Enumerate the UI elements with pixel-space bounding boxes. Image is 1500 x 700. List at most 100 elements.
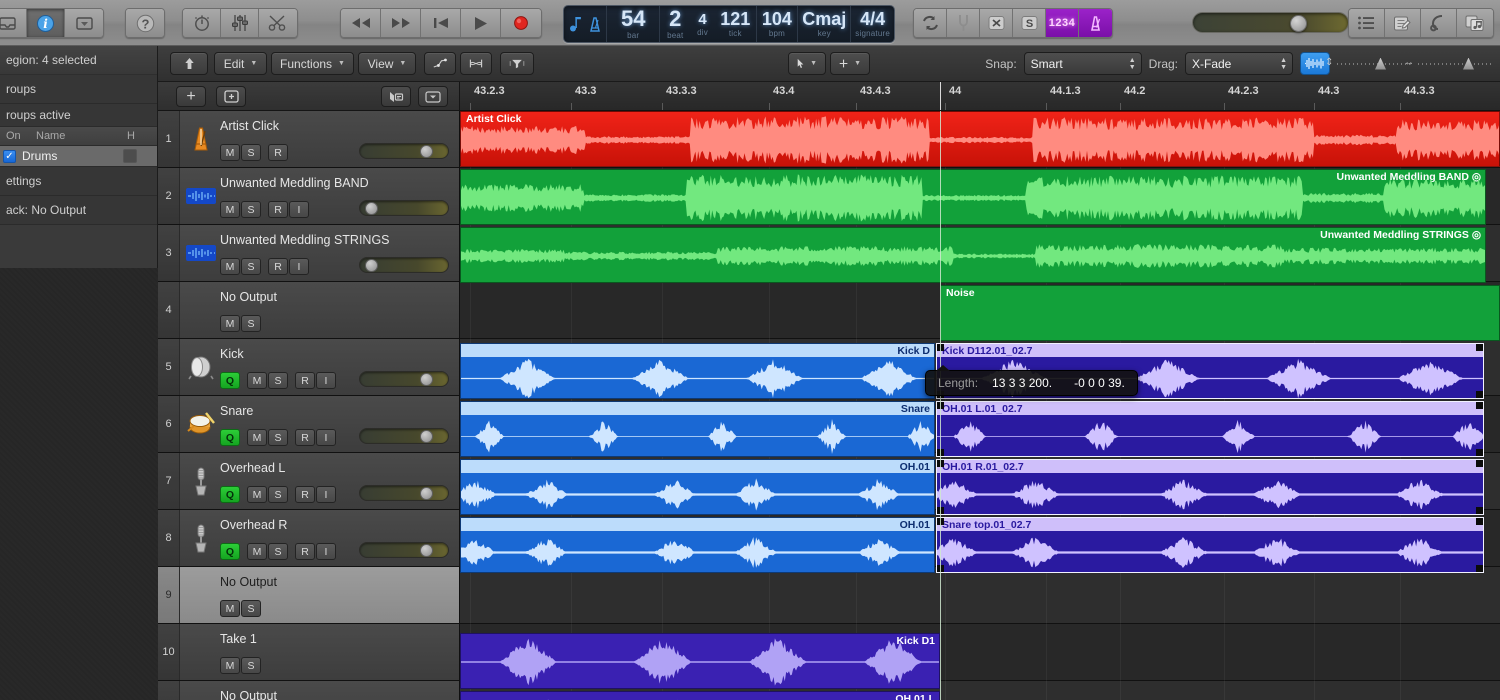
count-in-button[interactable]: 1234 (1046, 9, 1079, 37)
region-resize-handle[interactable] (1476, 391, 1483, 398)
region-resize-handle[interactable] (1476, 344, 1483, 351)
loop-browser-icon[interactable] (1421, 9, 1457, 37)
track-quantize-button[interactable]: Q (220, 543, 240, 560)
audio-wave-icon[interactable] (186, 238, 216, 268)
track-volume-knob[interactable] (420, 487, 433, 500)
track-header-8[interactable]: 8 Overhead R QMSRI (158, 510, 459, 567)
lcd-tick-field[interactable]: 121 tick (715, 6, 757, 42)
track-volume-knob[interactable] (420, 145, 433, 158)
track-volume-slider[interactable] (359, 257, 449, 273)
horizontal-zoom-slider[interactable]: ↔ (1404, 57, 1492, 70)
kick-drum-icon[interactable] (186, 352, 216, 382)
track-volume-knob[interactable] (365, 202, 378, 215)
metronome-icon[interactable] (186, 124, 216, 154)
lcd-signature-field[interactable]: 4/4 signature (851, 6, 894, 42)
track-name[interactable]: Unwanted Meddling STRINGS (220, 233, 390, 247)
track-solo-button[interactable]: S (241, 657, 261, 674)
region-resize-handle[interactable] (1476, 402, 1483, 409)
track-mute-button[interactable]: M (220, 201, 240, 218)
track-name[interactable]: Unwanted Meddling BAND (220, 176, 369, 190)
track-mute-button[interactable]: M (220, 315, 240, 332)
track-solo-button[interactable]: S (241, 258, 261, 275)
arrange-lane-9[interactable] (460, 567, 1500, 624)
region[interactable]: OH.01 L (460, 691, 940, 700)
region[interactable]: Kick D (460, 343, 935, 399)
track-name[interactable]: Take 1 (220, 632, 257, 646)
play-button[interactable] (461, 9, 501, 37)
lcd-div-field[interactable]: 4 div (690, 6, 715, 42)
track-name[interactable]: Snare (220, 404, 253, 418)
smart-controls-icon[interactable] (183, 9, 221, 37)
snare-drum-icon[interactable] (186, 409, 216, 439)
track-header-1[interactable]: 1 Artist Click M S R (158, 111, 459, 168)
track-name[interactable]: Overhead L (220, 461, 285, 475)
audio-wave-icon[interactable] (186, 181, 216, 211)
inspector-region-row[interactable]: egion: 4 selected (0, 46, 157, 75)
track-name[interactable]: No Output (220, 575, 277, 589)
track-mute-button[interactable]: M (220, 144, 240, 161)
vertical-zoom-thumb[interactable] (1375, 57, 1386, 70)
arrange-canvas[interactable]: Artist Click Unwanted Meddling BAND ◎ Unwa… (460, 111, 1500, 700)
track-mute-button[interactable]: M (247, 429, 267, 446)
track-volume-knob[interactable] (365, 259, 378, 272)
track-name[interactable]: Kick (220, 347, 244, 361)
lcd-key-field[interactable]: Cmaj key (798, 6, 852, 42)
region[interactable]: Noise (940, 285, 1500, 341)
track-volume-knob[interactable] (420, 544, 433, 557)
lcd-mode-icon[interactable] (564, 6, 607, 42)
track-record-enable-button[interactable]: R (295, 372, 315, 389)
track-filter-icon[interactable] (500, 52, 534, 75)
ruler[interactable]: 43.2.3 43.3 43.3.3 43.4 43.4.3 44 44.1.3 44.2 44… (460, 82, 1500, 111)
notes-icon[interactable] (1385, 9, 1421, 37)
mixer-icon[interactable] (221, 9, 259, 37)
region[interactable]: OH.01 (460, 517, 935, 573)
track-mute-button[interactable]: M (247, 372, 267, 389)
secondary-tool-selector[interactable]: ▼ (830, 52, 870, 75)
group-row-drums[interactable]: ✓ Drums (0, 146, 157, 167)
region-resize-handle[interactable] (1476, 507, 1483, 514)
track-record-enable-button[interactable]: R (268, 258, 288, 275)
track-input-monitor-button[interactable]: I (316, 543, 336, 560)
snap-select[interactable]: Smart ▲ ▼ (1023, 52, 1142, 75)
track-input-monitor-button[interactable]: I (289, 201, 309, 218)
region-resize-handle[interactable] (1476, 565, 1483, 572)
region-resize-handle[interactable] (1476, 518, 1483, 525)
inspector-output-row[interactable]: ack: No Output (0, 196, 157, 225)
add-track-button[interactable]: + (176, 86, 206, 107)
track-volume-slider[interactable] (359, 371, 449, 387)
track-solo-button[interactable]: S (268, 372, 288, 389)
track-record-enable-button[interactable]: R (295, 429, 315, 446)
track-volume-knob[interactable] (420, 373, 433, 386)
go-to-beginning-button[interactable] (421, 9, 461, 37)
track-protect-icon[interactable] (381, 86, 411, 107)
track-mute-button[interactable]: M (220, 657, 240, 674)
view-menu[interactable]: View ▼ (358, 52, 416, 75)
region[interactable]: Snare (460, 401, 935, 457)
add-track-duplicate-button[interactable] (216, 86, 246, 107)
rewind-button[interactable] (341, 9, 381, 37)
inspector-groups-active-row[interactable]: roups active (0, 104, 157, 127)
horizontal-zoom-thumb[interactable] (1463, 57, 1474, 70)
track-header-5[interactable]: 5 Kick Q M S R I (158, 339, 459, 396)
track-input-monitor-button[interactable]: I (316, 429, 336, 446)
inspector-settings-row[interactable]: ettings (0, 167, 157, 196)
no-click-button[interactable] (980, 9, 1013, 37)
inspector-icon[interactable]: i (27, 9, 65, 37)
track-header-4[interactable]: 4 No Output M S (158, 282, 459, 339)
flex-icon[interactable] (460, 52, 492, 75)
editors-icon[interactable] (259, 9, 297, 37)
track-quantize-button[interactable]: Q (220, 486, 240, 503)
track-solo-button[interactable]: S (268, 429, 288, 446)
vertical-zoom-slider[interactable]: ⇕ (1325, 57, 1411, 70)
automation-icon[interactable] (424, 52, 456, 75)
region[interactable]: Snare top.01_02.7 (936, 517, 1484, 573)
region[interactable]: OH.01 (460, 459, 935, 515)
cycle-button[interactable] (914, 9, 947, 37)
track-header-6[interactable]: 6 Snare Q M S R I (158, 396, 459, 453)
microphone-icon[interactable] (186, 523, 216, 553)
track-mute-button[interactable]: M (220, 258, 240, 275)
master-volume-knob[interactable] (1290, 15, 1307, 32)
functions-menu[interactable]: Functions ▼ (271, 52, 354, 75)
solo-button[interactable]: S (1013, 9, 1046, 37)
track-name[interactable]: Artist Click (220, 119, 279, 133)
